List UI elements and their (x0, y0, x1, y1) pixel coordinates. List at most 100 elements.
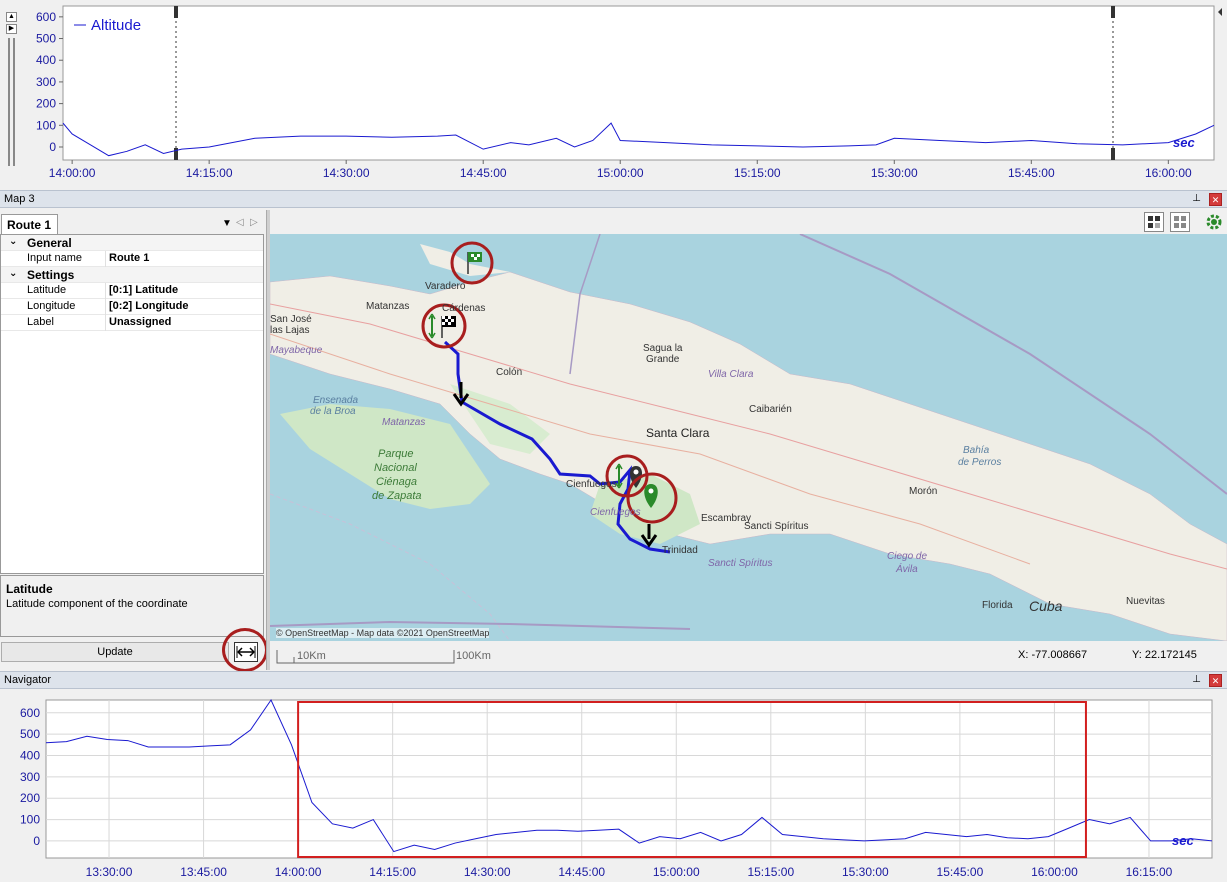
y-tick-label: 500 (36, 32, 56, 46)
cell-divider (105, 283, 106, 299)
property-latitude[interactable]: Latitude [0:1] Latitude (1, 283, 263, 299)
map-label-parque: Parque (378, 448, 414, 460)
latitude-value[interactable]: [0:1] Latitude (109, 284, 178, 296)
settings-gear-icon[interactable] (1204, 212, 1224, 232)
y-tick-label: 300 (20, 770, 40, 784)
x-tick-label: 16:00:00 (1145, 166, 1192, 180)
collapse-chevron-icon[interactable]: ⌄ (9, 236, 17, 247)
map-attribution[interactable]: © OpenStreetMap - Map data ©2021 OpenStr… (276, 628, 490, 638)
property-longitude[interactable]: Longitude [0:2] Longitude (1, 299, 263, 315)
map-toolbar (270, 210, 1227, 234)
navigator-panel-title: Navigator (4, 674, 52, 686)
layout-grid-alt-icon[interactable] (1170, 212, 1190, 232)
x-tick-label: 13:30:00 (86, 865, 133, 879)
map-label-grande: Grande (646, 354, 680, 365)
x-tick-label: 15:00:00 (653, 865, 700, 879)
scale-small-label: 10Km (297, 650, 326, 662)
highlight-circle (222, 628, 268, 672)
x-tick-label: 14:15:00 (369, 865, 416, 879)
x-tick-label: 13:45:00 (180, 865, 227, 879)
category-general[interactable]: ⌄ General (1, 235, 263, 251)
properties-panel: Route 1 ▼ ◁ ▷ ⌄ General Input name Route… (0, 210, 268, 672)
map-label-sagua: Sagua la (643, 343, 683, 354)
range-handle-left[interactable] (174, 6, 178, 18)
map-label-caibarien: Caibarién (749, 404, 792, 415)
latitude-label: Latitude (27, 284, 67, 296)
category-settings[interactable]: ⌄ Settings (1, 267, 263, 283)
x-tick-label: 14:15:00 (186, 166, 233, 180)
y-tick-label: 300 (36, 75, 56, 89)
map-panel-title: Map 3 (4, 193, 35, 205)
cell-divider (105, 251, 106, 267)
pin-icon[interactable]: ⊥ (1190, 193, 1203, 206)
x-tick-label: 15:30:00 (842, 865, 889, 879)
layout-grid-icon[interactable] (1144, 212, 1164, 232)
altitude-chart[interactable]: 600 500 400 300 200 100 0 14:00:00 14:15:00 14:3… (0, 0, 1227, 188)
description-text: Latitude component of the coordinate (6, 598, 188, 610)
map-label-cardenas: Cárdenas (442, 303, 486, 314)
x-tick-label: 14:30:00 (323, 166, 370, 180)
cell-divider (105, 315, 106, 331)
y-tick-label: 0 (33, 834, 40, 848)
x-tick-label: 15:15:00 (734, 166, 781, 180)
map-label-de-zapata: de Zapata (372, 490, 422, 502)
map-panel-header: Map 3 ⊥ ✕ (0, 190, 1227, 208)
category-general-label: General (27, 236, 72, 250)
map-canvas[interactable] (270, 234, 1227, 641)
map-label-avila: Ávila (896, 564, 918, 575)
collapse-icon[interactable] (1218, 8, 1222, 16)
x-tick-label: 15:15:00 (747, 865, 794, 879)
property-input-name[interactable]: Input name Route 1 (1, 251, 263, 267)
map-view[interactable]: Varadero Cárdenas Matanzas San José las … (270, 234, 1227, 641)
label-value[interactable]: Unassigned (109, 316, 171, 328)
y-tick-label: 500 (20, 727, 40, 741)
tab-dropdown-icon[interactable]: ▼ (222, 218, 232, 229)
map-label-sancti-spiritus-region: Sancti Spíritus (708, 558, 773, 569)
tab-next-icon[interactable]: ▷ (250, 217, 258, 228)
map-label-de-la-broa: de la Broa (310, 406, 356, 417)
x-tick-label: 16:00:00 (1031, 865, 1078, 879)
range-handle-right[interactable] (1111, 6, 1115, 18)
map-label-de-perros: de Perros (958, 457, 1002, 468)
map-label-las-lajas: las Lajas (270, 325, 310, 336)
y-tick-label: 100 (36, 118, 56, 132)
description-title: Latitude (6, 582, 53, 596)
navigator-chart-panel[interactable]: 600 500 400 300 200 100 0 13:30:00 13:45:00 14:0… (0, 690, 1227, 882)
map-label-cuba: Cuba (1029, 598, 1063, 614)
navigator-chart[interactable]: 600 500 400 300 200 100 0 13:30:00 13:45:00 14:0… (0, 690, 1227, 882)
map-label-villa-clara: Villa Clara (708, 369, 754, 380)
collapse-chevron-icon[interactable]: ⌄ (9, 268, 17, 279)
map-label-nacional: Nacional (374, 462, 417, 474)
plot-area (62, 5, 1215, 161)
close-icon[interactable]: ✕ (1209, 674, 1222, 687)
x-tick-label: 14:00:00 (275, 865, 322, 879)
y-tick-label: 600 (20, 706, 40, 720)
map-label-matanzas-region: Matanzas (382, 417, 426, 428)
map-label-trinidad: Trinidad (662, 545, 698, 556)
chart-legend: Altitude (91, 17, 141, 34)
map-label-sancti-spiritus-city: Sancti Spíritus (744, 521, 809, 532)
tab-route-1[interactable]: Route 1 (1, 214, 58, 234)
pin-icon[interactable]: ⊥ (1190, 674, 1203, 687)
map-label-moron: Morón (909, 486, 938, 497)
range-handle-right-bottom[interactable] (1111, 148, 1115, 160)
y-tick-label: 200 (20, 791, 40, 805)
longitude-value[interactable]: [0:2] Longitude (109, 300, 188, 312)
map-label-bahia: Bahía (963, 445, 990, 456)
property-label[interactable]: Label Unassigned (1, 315, 263, 331)
y-tick-label: 400 (20, 749, 40, 763)
map-label-varadero: Varadero (425, 281, 466, 292)
y-tick-label: 100 (20, 813, 40, 827)
navigator-plot-area (45, 699, 1213, 859)
tab-prev-icon[interactable]: ◁ (236, 217, 244, 228)
navigator-unit-label: sec (1172, 833, 1194, 848)
coord-x-readout: X: -77.008667 (1018, 649, 1088, 661)
map-status-bar: 10Km 100Km X: -77.008667 Y: 22.172145 (270, 641, 1227, 669)
input-name-value[interactable]: Route 1 (109, 252, 149, 264)
altitude-chart-panel[interactable]: ▲ ▶ 600 500 400 300 200 100 0 14:00:00 14:15:00… (0, 0, 1227, 188)
map-label-cienfuegos-city: Cienfuegos (566, 479, 617, 490)
close-icon[interactable]: ✕ (1209, 193, 1222, 206)
update-button[interactable]: Update (1, 642, 229, 662)
sea-boundary (270, 493, 511, 641)
x-tick-label: 14:45:00 (460, 166, 507, 180)
